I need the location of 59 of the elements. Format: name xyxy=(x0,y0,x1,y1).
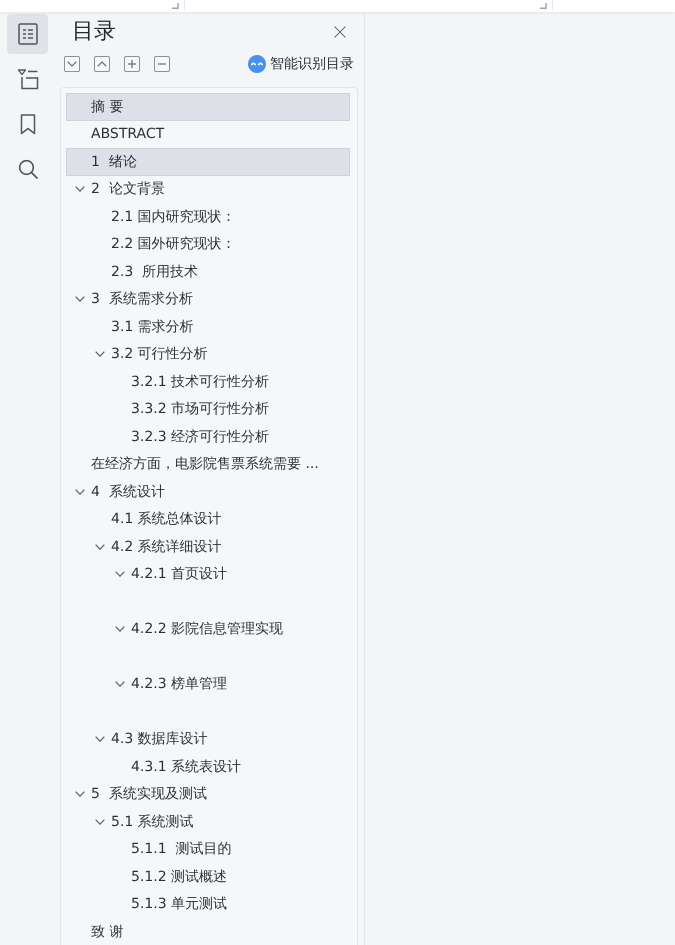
bookmark-icon xyxy=(20,114,36,134)
toc-item[interactable]: 2.3 所用技术 xyxy=(66,258,350,286)
smart-toc-button[interactable]: 智能识别目录 xyxy=(248,55,354,73)
toc-item[interactable]: 4.2.3 榜单管理 xyxy=(66,670,350,698)
close-icon xyxy=(334,26,346,38)
collapse-button[interactable] xyxy=(94,56,110,72)
outline-icon xyxy=(16,68,38,90)
toc-item[interactable]: 4.3.1 系统表设计 xyxy=(66,753,350,780)
toc-item[interactable]: 4 系统设计 xyxy=(66,478,350,506)
expand-button[interactable] xyxy=(64,56,80,72)
chevron-icon[interactable] xyxy=(95,544,105,550)
crop-mark-icon xyxy=(540,3,547,9)
plus-icon xyxy=(128,60,136,68)
chevron-icon[interactable] xyxy=(95,818,105,825)
toc-item[interactable]: 3.2 可行性分析 xyxy=(66,340,350,368)
toc-item[interactable]: 5.1.3 单元测试 xyxy=(66,890,350,918)
chevron-icon[interactable] xyxy=(75,296,85,302)
toc-item[interactable]: 2.2 国外研究现状： xyxy=(66,230,350,258)
toc-item[interactable]: 5.1 系统测试 xyxy=(66,808,350,836)
chevron-icon[interactable] xyxy=(75,186,85,192)
toc-item[interactable]: 摘 要 xyxy=(66,93,350,120)
toc-item[interactable]: 3.3.2 市场可行性分析 xyxy=(66,396,350,423)
panel-title: 目录 xyxy=(72,19,116,45)
toc-item[interactable]: ABSTRACT xyxy=(66,120,350,148)
toc-item[interactable]: 4.3 数据库设计 xyxy=(66,726,350,753)
toc-item[interactable]: 3.1 需求分析 xyxy=(66,313,350,340)
chevron-icon[interactable] xyxy=(95,736,105,742)
toc-item[interactable]: 3.2.1 技术可行性分析 xyxy=(66,368,350,396)
remove-button[interactable] xyxy=(154,56,170,72)
toc-item[interactable]: 3.2.3 经济可行性分析 xyxy=(66,423,350,450)
toc-item[interactable]: 5.1.2 测试概述 xyxy=(66,863,350,890)
chevron-icon[interactable] xyxy=(75,791,85,798)
toc-item[interactable]: 2 论文背景 xyxy=(66,176,350,203)
toc-item[interactable]: 5 系统实现及测试 xyxy=(66,780,350,808)
contents-button[interactable] xyxy=(7,14,48,54)
search-icon xyxy=(18,159,38,179)
toc-item[interactable]: 4.2.2 影院信息管理实现 xyxy=(66,616,350,643)
contents-icon xyxy=(18,23,38,45)
close-button[interactable] xyxy=(334,26,346,38)
toc-item[interactable]: 在经济方面，电影院售票系统需要 ... xyxy=(66,450,350,478)
minus-icon xyxy=(158,63,166,65)
assistant-icon xyxy=(248,55,266,73)
toc-item[interactable]: 2.1 国内研究现状： xyxy=(66,203,350,230)
toc-item[interactable]: 致 谢 xyxy=(66,918,350,945)
toc-item[interactable]: 1 绪论 xyxy=(66,148,350,176)
chevron-icon[interactable] xyxy=(115,681,125,688)
chevron-icon[interactable] xyxy=(115,626,125,632)
toc-item[interactable]: 5.1.1 测试目的 xyxy=(66,836,350,863)
toc-item[interactable]: 4.2.1 首页设计 xyxy=(66,560,350,588)
chevron-icon[interactable] xyxy=(115,571,125,578)
chevron-icon[interactable] xyxy=(95,351,105,358)
chevron-up-icon xyxy=(97,61,107,67)
toc-item[interactable]: 4.2 系统详细设计 xyxy=(66,533,350,560)
add-button[interactable] xyxy=(124,56,140,72)
crop-mark-icon xyxy=(172,3,179,9)
toc-item[interactable]: 3 系统需求分析 xyxy=(66,286,350,313)
toc-item[interactable]: 4.1 系统总体设计 xyxy=(66,506,350,533)
chevron-icon[interactable] xyxy=(75,488,85,495)
chevron-down-icon xyxy=(67,61,77,67)
